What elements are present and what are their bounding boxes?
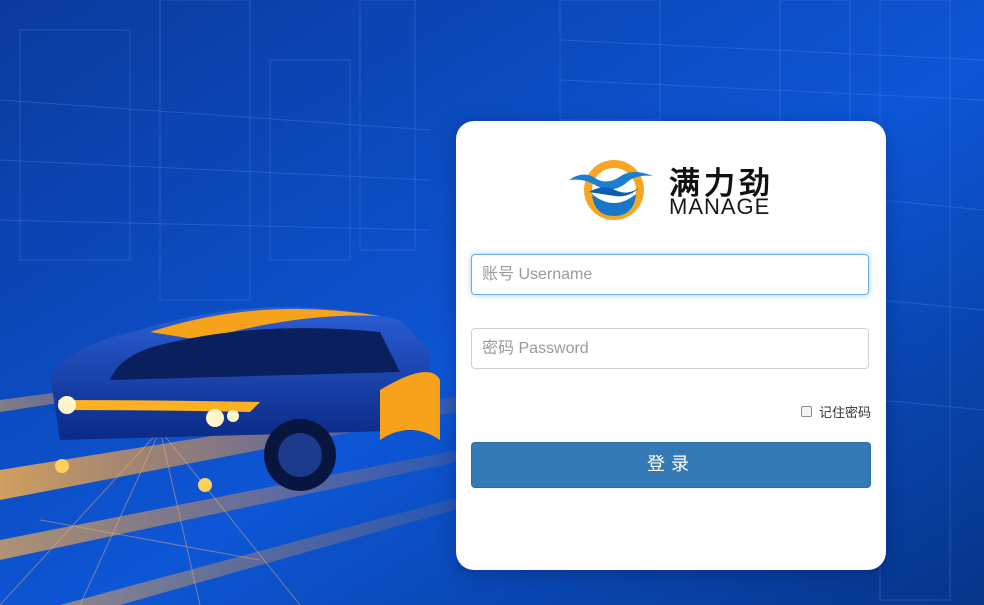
brand-name-en: MANAGE	[669, 194, 771, 219]
wave-logo-icon	[569, 160, 653, 220]
brand-logo: 满力劲 MANAGE	[569, 154, 779, 226]
remember-label: 记住密码	[818, 406, 871, 421]
remember-checkbox[interactable]	[800, 406, 812, 417]
remember-password[interactable]: 记住密码	[800, 402, 871, 421]
password-input[interactable]	[471, 328, 869, 369]
username-input[interactable]	[471, 254, 869, 295]
login-button[interactable]: 登录	[471, 442, 871, 488]
login-card: 满力劲 MANAGE 记住密码 登录	[456, 121, 886, 570]
